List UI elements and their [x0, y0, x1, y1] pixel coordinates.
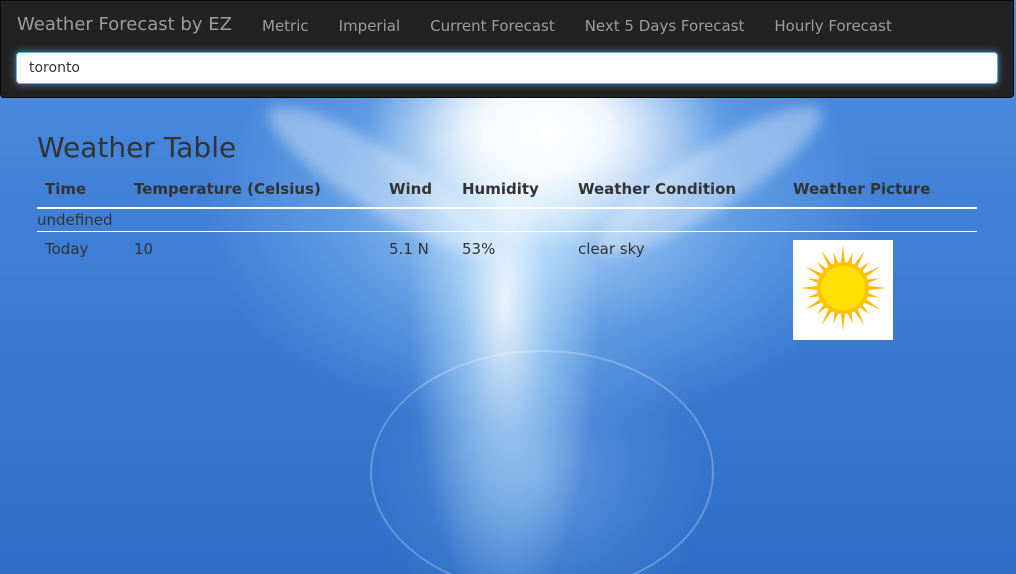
caption-text: undefined: [37, 208, 977, 232]
table-header-row: Time Temperature (Celsius) Wind Humidity…: [37, 172, 977, 209]
cell-wind: 5.1 N: [389, 240, 429, 258]
city-search-input[interactable]: [16, 52, 998, 84]
cell-time: Today: [45, 240, 89, 258]
sun-ray: [840, 311, 846, 331]
cell-picture: [785, 232, 977, 349]
cell-temperature: 10: [134, 240, 154, 258]
main-content: Weather Table Time Temperature (Celsius)…: [37, 128, 977, 348]
page-title: Weather Table: [37, 131, 237, 164]
column-header-weather-condition: Weather Condition: [570, 172, 785, 209]
sun-icon: [793, 240, 893, 340]
table-row: Today 10 5.1 N 53% clear sky: [37, 232, 977, 349]
nav-link-hourly-forecast[interactable]: Hourly Forecast: [759, 17, 906, 35]
column-header-wind: Wind: [381, 172, 454, 209]
column-header-time: Time: [37, 172, 126, 209]
cell-condition: clear sky: [578, 240, 645, 258]
nav-link-imperial[interactable]: Imperial: [324, 17, 415, 35]
nav-link-current-forecast[interactable]: Current Forecast: [415, 17, 570, 35]
nav-links: Metric Imperial Current Forecast Next 5 …: [247, 17, 907, 35]
background-flare-ring: [370, 350, 714, 574]
top-navbar: Weather Forecast by EZ Metric Imperial C…: [0, 0, 1014, 98]
column-header-temperature: Temperature (Celsius): [126, 172, 381, 209]
table-caption-row: undefined: [37, 208, 977, 232]
nav-link-next-5-days-forecast[interactable]: Next 5 Days Forecast: [570, 17, 760, 35]
cell-humidity: 53%: [462, 240, 496, 258]
sun-ray: [866, 285, 886, 291]
nav-link-metric[interactable]: Metric: [247, 17, 324, 35]
column-header-weather-picture: Weather Picture: [785, 172, 977, 209]
sun-icon-graphic: [800, 245, 886, 331]
weather-table: Time Temperature (Celsius) Wind Humidity…: [37, 172, 977, 348]
brand-title[interactable]: Weather Forecast by EZ: [17, 14, 232, 35]
column-header-humidity: Humidity: [454, 172, 570, 209]
sun-ray: [800, 285, 820, 291]
sun-ray: [840, 245, 846, 265]
